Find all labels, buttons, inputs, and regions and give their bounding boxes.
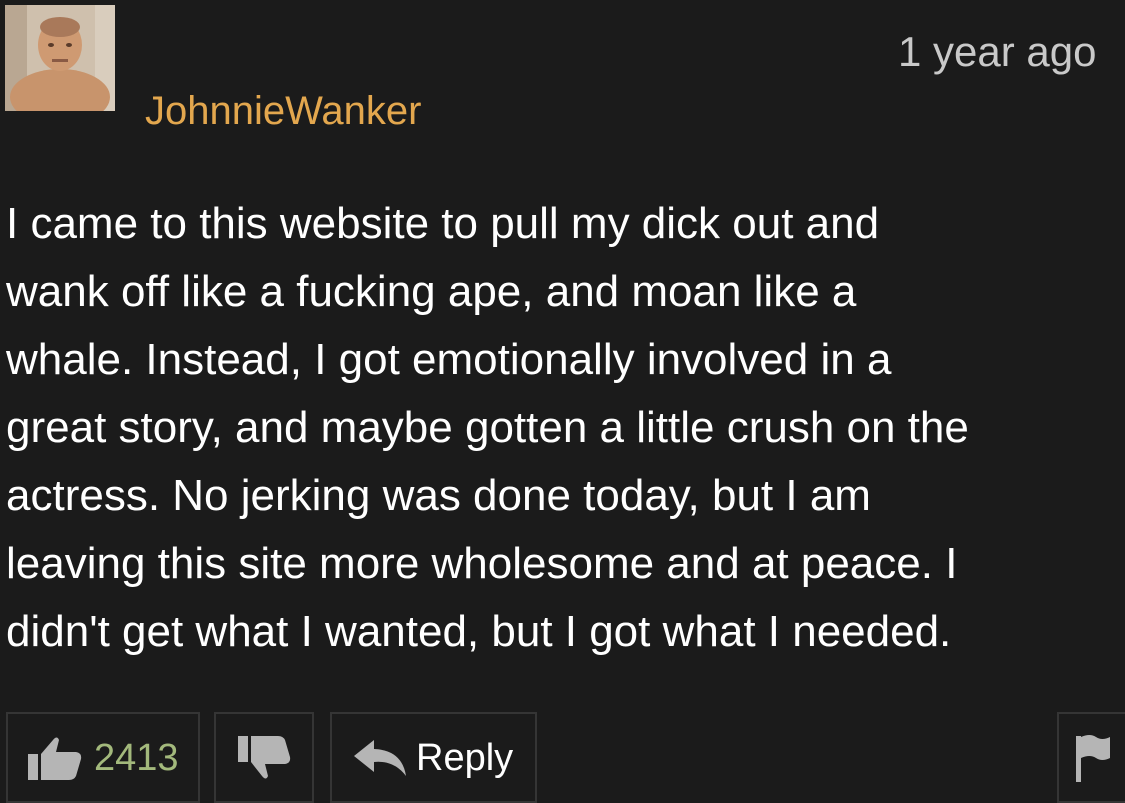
dislike-button[interactable] [214,712,314,803]
comment-timestamp: 1 year ago [898,28,1097,75]
avatar-photo-icon [5,5,115,111]
like-button[interactable]: 2413 [6,712,200,803]
flag-button[interactable] [1057,712,1125,803]
comment-body-line: whale. Instead, I got emotionally involv… [6,335,892,384]
comment-body-line: actress. No jerking was done today, but … [6,471,871,520]
comment-card: JohnnieWanker 1 year ago I came to this … [0,0,1125,803]
reply-button[interactable]: Reply [330,712,537,803]
thumbs-up-icon [28,737,82,780]
comment-body-line: leaving this site more wholesome and at … [6,539,958,588]
username-link[interactable]: JohnnieWanker [145,88,421,134]
comment-body-line: I came to this website to pull my dick o… [6,199,880,248]
flag-icon [1076,734,1110,782]
comment-body: I came to this website to pull my dick o… [6,190,1118,666]
comment-body-line: great story, and maybe gotten a little c… [6,403,969,452]
comment-body-line: wank off like a fucking ape, and moan li… [6,267,857,316]
comment-body-line: didn't get what I wanted, but I got what… [6,607,952,656]
thumbs-down-icon [238,735,291,778]
like-count: 2413 [94,736,179,779]
reply-label: Reply [416,736,514,779]
user-avatar[interactable] [5,5,115,111]
reply-arrow-icon [354,739,406,776]
